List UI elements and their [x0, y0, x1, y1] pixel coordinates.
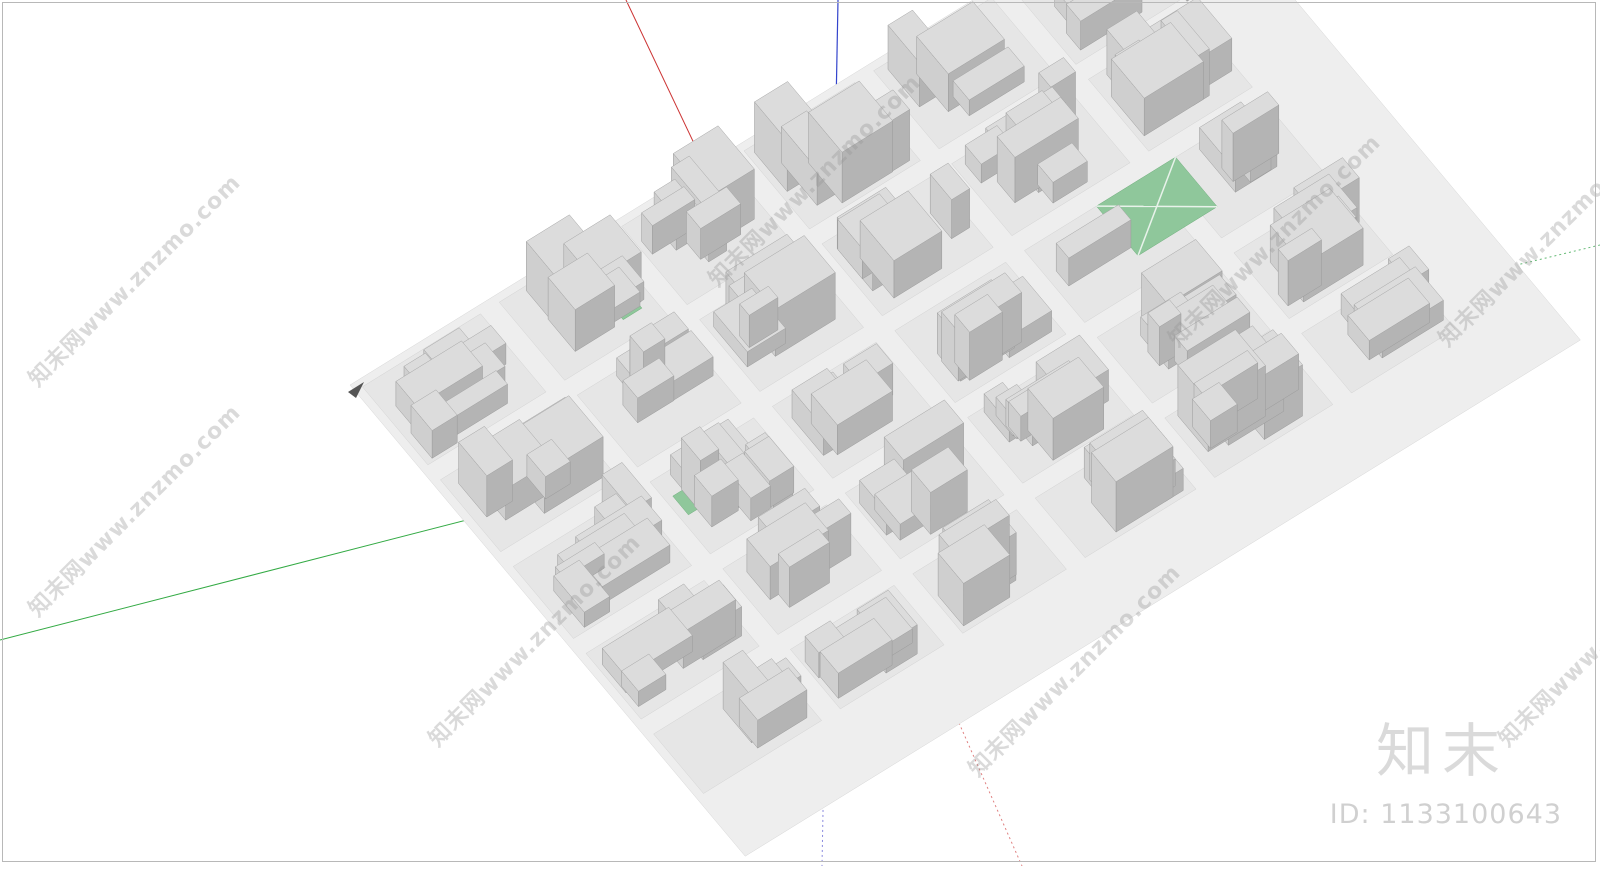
model-viewport[interactable]: 知末网www.znzmo.com知末网www.znzmo.com知末网www.z… — [0, 0, 1600, 866]
city-model-scene[interactable] — [0, 0, 1600, 866]
model-id-label: ID: 1133100643 — [1330, 799, 1562, 830]
brand-logo: 知末 — [1376, 704, 1508, 788]
